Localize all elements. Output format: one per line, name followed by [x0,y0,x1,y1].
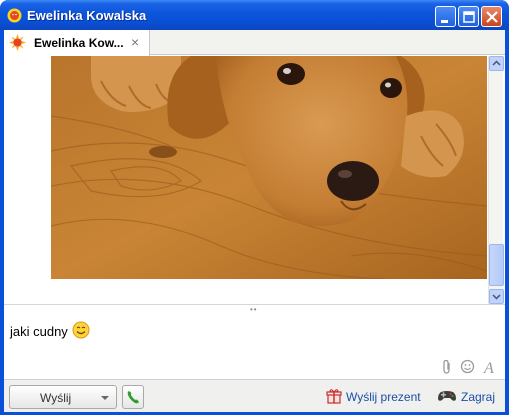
scroll-thumb[interactable] [489,244,504,286]
font-icon[interactable]: A [483,359,497,375]
action-bar: Wyślij Wyślij prezent Zagraj [4,379,505,412]
app-window: Ewelinka Kowalska Ewelinka Kow... × •• j… [0,0,509,415]
sun-status-icon [7,8,22,23]
chevron-up-icon [492,60,501,66]
minimize-button[interactable] [435,6,456,27]
phone-icon [127,391,139,404]
call-button[interactable] [122,385,144,409]
message-text: jaki cudny [10,324,68,339]
conversation-panel: Ewelinka Kow... × •• jaki cudny A Wyślij… [4,30,505,412]
smiley-icon [72,321,90,339]
pane-splitter[interactable]: •• [4,304,505,314]
message-history [4,56,505,304]
svg-text:A: A [483,360,494,375]
maximize-button[interactable] [458,6,479,27]
close-button[interactable] [481,6,502,27]
tab-conversation[interactable]: Ewelinka Kow... × [4,30,150,56]
gamepad-icon [438,391,456,401]
chat-scrollbar[interactable] [488,56,504,304]
scroll-down-button[interactable] [489,289,504,304]
minimize-icon [441,20,448,23]
message-input-text[interactable]: jaki cudny [10,321,90,339]
gift-icon [326,389,342,404]
chevron-down-icon [492,294,501,300]
emoticon-icon[interactable] [460,359,475,374]
tab-bar: Ewelinka Kow... × [4,30,505,56]
message-input[interactable]: jaki cudny A [4,311,505,379]
title-bar[interactable]: Ewelinka Kowalska [0,0,509,30]
tab-close-icon[interactable]: × [131,34,139,50]
send-label: Wyślij [40,391,72,405]
play-game-label: Zagraj [461,390,496,404]
chevron-down-icon[interactable] [101,396,109,400]
attachment-icon[interactable] [441,359,453,375]
tab-label: Ewelinka Kow... [34,36,124,50]
send-button[interactable]: Wyślij [9,385,117,409]
scroll-up-button[interactable] [489,56,504,71]
dog-photo[interactable] [51,56,487,279]
close-icon [486,11,498,23]
maximize-icon [463,11,475,23]
window-title: Ewelinka Kowalska [27,8,147,23]
sun-status-icon [9,34,26,51]
send-gift-label: Wyślij prezent [346,390,421,404]
